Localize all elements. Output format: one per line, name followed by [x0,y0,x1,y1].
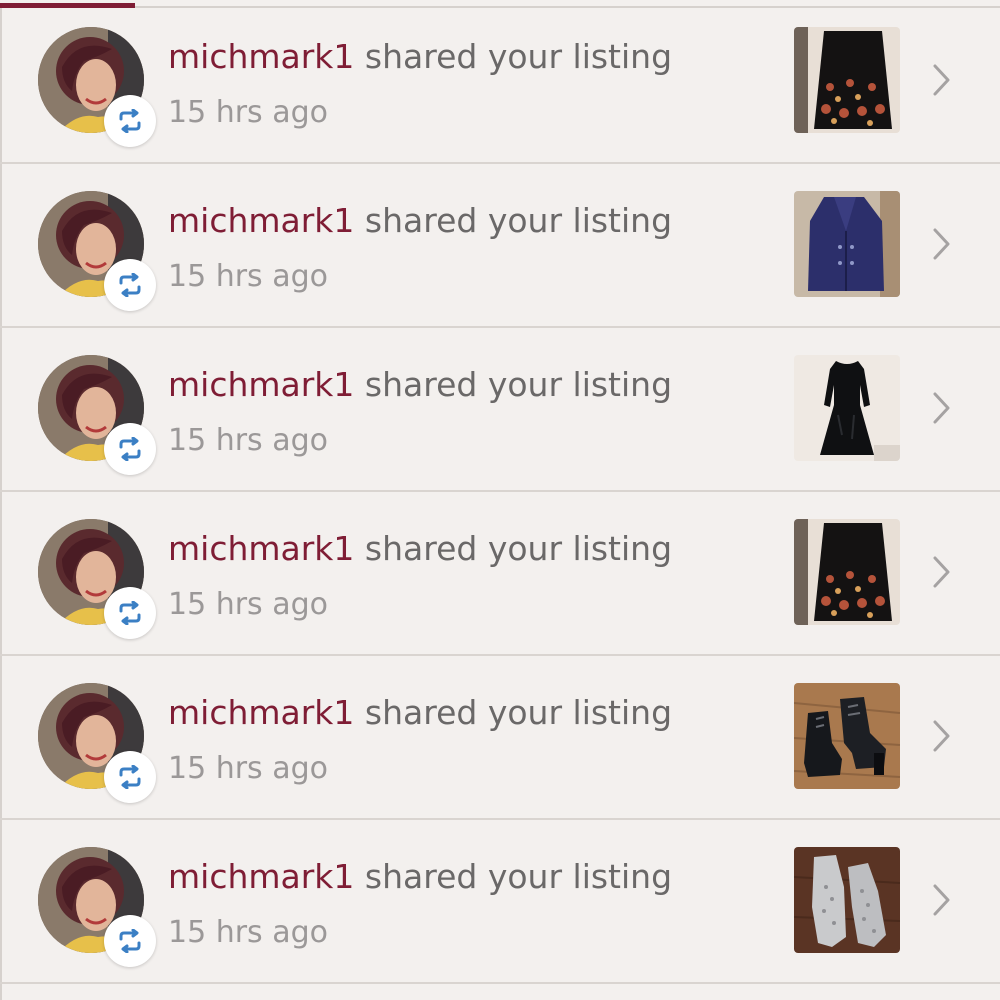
notification-action: shared your listing [364,365,673,404]
username-link[interactable]: michmark1 [168,201,354,240]
notification-text: michmark1 shared your listing 15 hrs ago [168,37,768,131]
navy-jacket-image [794,191,900,297]
timestamp: 15 hrs ago [168,95,329,130]
black-velvet-dress-image [794,355,900,461]
share-repost-icon [119,929,141,953]
notifications-page: michmark1 shared your listing 15 hrs ago [0,0,1000,1000]
timestamp: 15 hrs ago [168,587,329,622]
share-repost-icon [119,273,141,297]
notification-action: shared your listing [364,857,673,896]
timestamp: 15 hrs ago [168,915,329,950]
notification-headline: michmark1 shared your listing [168,365,768,405]
username-link[interactable]: michmark1 [168,857,354,896]
share-repost-icon [119,601,141,625]
share-badge [104,751,156,803]
black-ankle-boots-image [794,683,900,789]
notification-row[interactable]: michmark1 shared your listing 15 hrs ago [0,820,1000,984]
embroidered-skirt-image [794,519,900,625]
share-badge [104,587,156,639]
share-repost-icon [119,109,141,133]
embroidered-skirt-image [794,27,900,133]
share-badge [104,423,156,475]
notification-text: michmark1 shared your listing 15 hrs ago [168,857,768,951]
share-repost-icon [119,437,141,461]
notification-headline: michmark1 shared your listing [168,693,768,733]
notification-row[interactable]: michmark1 shared your listing 15 hrs ago [0,492,1000,656]
notification-row[interactable]: michmark1 shared your listing 15 hrs ago [0,328,1000,492]
notification-headline: michmark1 shared your listing [168,529,768,569]
notification-headline: michmark1 shared your listing [168,37,768,77]
notification-text: michmark1 shared your listing 15 hrs ago [168,201,768,295]
notification-row[interactable]: michmark1 shared your listing 15 hrs ago [0,164,1000,328]
listing-thumbnail[interactable] [794,27,900,133]
chevron-right-icon[interactable] [926,60,956,100]
notification-action: shared your listing [364,201,673,240]
notification-row[interactable]: michmark1 shared your listing 15 hrs ago [0,0,1000,164]
notification-headline: michmark1 shared your listing [168,857,768,897]
listing-thumbnail[interactable] [794,191,900,297]
share-repost-icon [119,765,141,789]
listing-thumbnail[interactable] [794,355,900,461]
share-badge [104,95,156,147]
share-badge [104,259,156,311]
username-link[interactable]: michmark1 [168,529,354,568]
timestamp: 15 hrs ago [168,423,329,458]
chevron-right-icon[interactable] [926,224,956,264]
notification-text: michmark1 shared your listing 15 hrs ago [168,365,768,459]
notification-action: shared your listing [364,529,673,568]
chevron-right-icon[interactable] [926,388,956,428]
username-link[interactable]: michmark1 [168,365,354,404]
gray-sneakers-image [794,847,900,953]
chevron-right-icon[interactable] [926,880,956,920]
share-badge [104,915,156,967]
listing-thumbnail[interactable] [794,847,900,953]
username-link[interactable]: michmark1 [168,37,354,76]
chevron-right-icon[interactable] [926,716,956,756]
notification-headline: michmark1 shared your listing [168,201,768,241]
notification-text: michmark1 shared your listing 15 hrs ago [168,693,768,787]
notification-action: shared your listing [364,693,673,732]
notification-row[interactable]: michmark1 shared your listing 15 hrs ago [0,656,1000,820]
chevron-right-icon[interactable] [926,552,956,592]
timestamp: 15 hrs ago [168,259,329,294]
timestamp: 15 hrs ago [168,751,329,786]
notification-text: michmark1 shared your listing 15 hrs ago [168,529,768,623]
username-link[interactable]: michmark1 [168,693,354,732]
notification-action: shared your listing [364,37,673,76]
listing-thumbnail[interactable] [794,519,900,625]
listing-thumbnail[interactable] [794,683,900,789]
